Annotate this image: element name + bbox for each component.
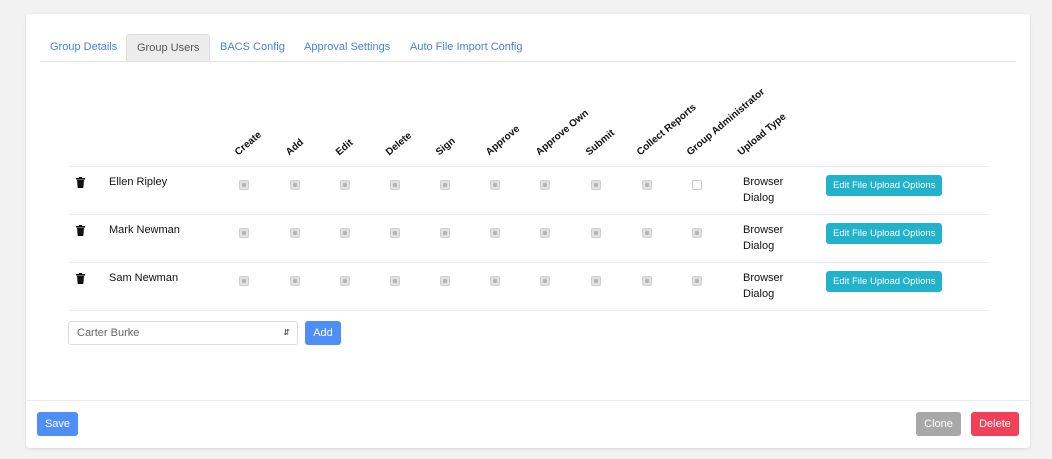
column-header: Approve Own bbox=[533, 107, 591, 158]
permission-checkbox[interactable] bbox=[540, 228, 550, 238]
permission-checkbox[interactable] bbox=[591, 276, 601, 286]
permission-checkbox[interactable] bbox=[340, 180, 350, 190]
permission-checkbox[interactable] bbox=[440, 180, 450, 190]
permission-checkbox[interactable] bbox=[540, 276, 550, 286]
edit-file-upload-options-button[interactable]: Edit File Upload Options bbox=[826, 271, 943, 292]
permission-checkbox[interactable] bbox=[490, 180, 500, 190]
group-card: Group Details Group Users BACS Config Ap… bbox=[26, 14, 1030, 448]
permission-checkbox[interactable] bbox=[340, 276, 350, 286]
permission-checkbox[interactable] bbox=[490, 276, 500, 286]
tab-group-details[interactable]: Group Details bbox=[50, 34, 117, 60]
user-name: Ellen Ripley bbox=[109, 176, 168, 188]
trash-icon[interactable] bbox=[76, 225, 85, 236]
permission-checkbox[interactable] bbox=[440, 276, 450, 286]
user-name: Sam Newman bbox=[109, 272, 179, 284]
permission-checkbox[interactable] bbox=[239, 228, 249, 238]
permission-checkbox[interactable] bbox=[591, 180, 601, 190]
permission-checkbox[interactable] bbox=[692, 228, 702, 238]
column-header: Add bbox=[283, 137, 306, 158]
permission-checkbox[interactable] bbox=[290, 180, 300, 190]
permission-checkbox[interactable] bbox=[390, 180, 400, 190]
permission-checkbox[interactable] bbox=[390, 276, 400, 286]
column-header: Create bbox=[232, 129, 264, 158]
column-header: Submit bbox=[583, 127, 617, 158]
save-button[interactable]: Save bbox=[37, 412, 78, 436]
select-arrows-icon: ⇵ bbox=[283, 328, 290, 337]
permission-checkbox[interactable] bbox=[290, 276, 300, 286]
trash-icon[interactable] bbox=[76, 177, 85, 188]
permission-checkbox[interactable] bbox=[642, 276, 652, 286]
user-name: Mark Newman bbox=[109, 224, 180, 236]
permission-checkbox[interactable] bbox=[440, 228, 450, 238]
permission-checkbox[interactable] bbox=[540, 180, 550, 190]
column-header: Sign bbox=[433, 135, 458, 158]
footer-divider bbox=[26, 400, 1030, 401]
clone-button[interactable]: Clone bbox=[916, 412, 961, 436]
row-divider bbox=[69, 214, 988, 215]
column-header: Approve bbox=[483, 123, 523, 158]
permission-checkbox[interactable] bbox=[239, 180, 249, 190]
column-header: Delete bbox=[383, 130, 414, 158]
user-select-value: Carter Burke bbox=[77, 327, 140, 339]
row-divider bbox=[69, 310, 988, 311]
upload-type: Browser Dialog bbox=[743, 224, 784, 252]
permission-checkbox[interactable] bbox=[692, 276, 702, 286]
permission-checkbox[interactable] bbox=[490, 228, 500, 238]
permission-checkbox[interactable] bbox=[591, 228, 601, 238]
user-select[interactable]: Carter Burke ⇵ bbox=[68, 321, 298, 345]
upload-type: Browser Dialog bbox=[743, 272, 784, 300]
permission-checkbox[interactable] bbox=[340, 228, 350, 238]
tab-bacs-config[interactable]: BACS Config bbox=[220, 34, 285, 60]
column-header: Upload Type bbox=[735, 111, 789, 158]
trash-icon[interactable] bbox=[76, 273, 85, 284]
permission-checkbox[interactable] bbox=[390, 228, 400, 238]
permission-checkbox[interactable] bbox=[642, 180, 652, 190]
permission-checkbox[interactable] bbox=[290, 228, 300, 238]
delete-button[interactable]: Delete bbox=[971, 412, 1019, 436]
tab-bar: Group Details Group Users BACS Config Ap… bbox=[40, 34, 1016, 62]
permission-checkbox[interactable] bbox=[239, 276, 249, 286]
add-user-button[interactable]: Add bbox=[305, 321, 341, 345]
column-header: Edit bbox=[333, 137, 356, 158]
upload-type: Browser Dialog bbox=[743, 176, 784, 204]
edit-file-upload-options-button[interactable]: Edit File Upload Options bbox=[826, 175, 943, 196]
tab-approval-settings[interactable]: Approval Settings bbox=[304, 34, 390, 60]
row-divider bbox=[69, 166, 988, 167]
tab-auto-file-import-config[interactable]: Auto File Import Config bbox=[410, 34, 523, 60]
edit-file-upload-options-button[interactable]: Edit File Upload Options bbox=[826, 223, 943, 244]
permission-checkbox[interactable] bbox=[642, 228, 652, 238]
tab-group-users[interactable]: Group Users bbox=[126, 34, 211, 61]
row-divider bbox=[69, 262, 988, 263]
permission-checkbox[interactable] bbox=[692, 180, 702, 190]
